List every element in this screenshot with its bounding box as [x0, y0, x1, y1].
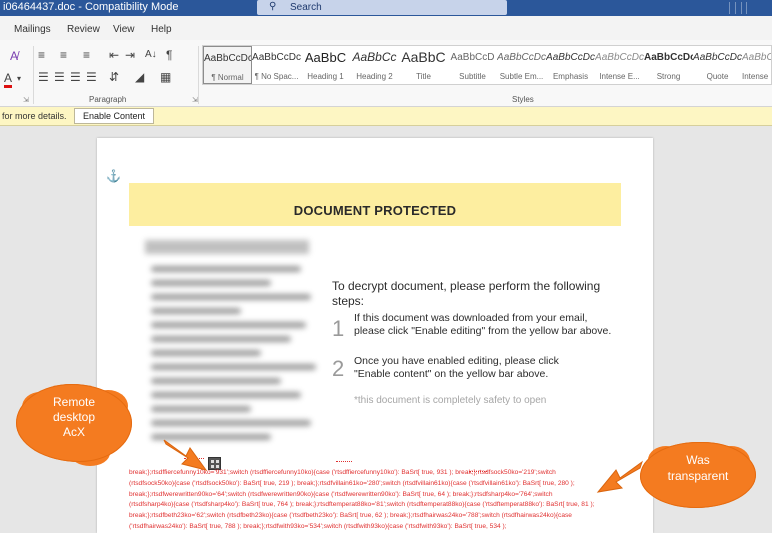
callout-was-transparent: Was transparent — [640, 442, 756, 508]
borders-icon[interactable]: ▦ — [160, 71, 171, 83]
instructions-heading: To decrypt document, please perform the … — [332, 279, 601, 308]
profile-area — [726, 0, 748, 16]
callout-text: desktop — [52, 410, 96, 424]
step-number: 2 — [332, 356, 345, 381]
bullets-icon[interactable]: ≡ — [38, 49, 45, 61]
code-line: break;};rtsdfwerewritten90ko='64';switch… — [129, 490, 553, 498]
style-heading-1[interactable]: AaBbC Heading 1 — [301, 46, 350, 84]
style-subtle-emphasis[interactable]: AaBbCcDc Subtle Em... — [497, 46, 546, 84]
arrow-icon — [163, 439, 208, 471]
style-title[interactable]: AaBbC Title — [399, 46, 448, 84]
clear-format-icon[interactable]: A̸ — [10, 50, 18, 62]
menu-help[interactable]: Help — [151, 24, 172, 35]
styles-group-label: Styles — [512, 95, 534, 104]
align-right-icon[interactable]: ☰ — [70, 71, 81, 83]
anchor-icon: ⚓ — [106, 169, 121, 183]
styles-gallery[interactable]: AaBbCcDc ¶ Normal AaBbCcDc ¶ No Spac... … — [202, 45, 772, 85]
style-intense-quote[interactable]: AaBbCcDc Intense — [742, 46, 771, 84]
style-heading-2[interactable]: AaBbCc Heading 2 — [350, 46, 399, 84]
title-bar: i06464437.doc - Compatibility Mode ⚲ Sea… — [0, 0, 772, 16]
arrow-icon — [596, 460, 643, 493]
paragraph-group-label: Paragraph — [89, 95, 127, 104]
shading-icon[interactable]: ◢ — [135, 71, 144, 83]
style-intense-emphasis[interactable]: AaBbCcDc Intense E... — [595, 46, 644, 84]
style-quote[interactable]: AaBbCcDc Quote — [693, 46, 742, 84]
style-strong[interactable]: AaBbCcDc Strong — [644, 46, 693, 84]
security-warning-bar: for more details. Enable Content — [0, 107, 772, 126]
code-line: ('rtsdfhairwas24ko'): BaSrt[ true, 788 )… — [129, 522, 507, 530]
safety-note: *this document is completely safety to o… — [354, 395, 547, 406]
style-no-spacing[interactable]: AaBbCcDc ¶ No Spac... — [252, 46, 301, 84]
dialog-launcher-icon[interactable]: ⇲ — [192, 96, 198, 104]
chevron-down-icon[interactable]: ▾ — [17, 73, 21, 85]
callout-remote-desktop: Remote desktop AcX — [16, 384, 132, 462]
increase-indent-icon[interactable]: ⇥ — [125, 49, 135, 61]
step-text: If this document was downloaded from you… — [354, 312, 612, 337]
menu-review[interactable]: Review — [67, 24, 100, 35]
blurred-image — [141, 236, 325, 446]
window-title: i06464437.doc - Compatibility Mode — [3, 1, 179, 13]
callout-text: AcX — [62, 425, 85, 439]
multilevel-list-icon[interactable]: ≡ — [83, 49, 90, 61]
code-line: break;};rtsdfbeth23ko='62';switch (rtsdf… — [129, 512, 572, 520]
callout-text: Was — [686, 453, 710, 467]
callout-text: Remote — [52, 395, 96, 409]
align-left-icon[interactable]: ☰ — [38, 71, 49, 83]
menu-view[interactable]: View — [113, 24, 135, 35]
divider — [33, 46, 34, 104]
protected-banner: DOCUMENT PROTECTED — [129, 183, 621, 226]
style-normal[interactable]: AaBbCcDc ¶ Normal — [203, 46, 252, 84]
font-color-icon[interactable]: A — [4, 71, 13, 88]
code-line: (rtsdfsharp4ko){case ('rtsdfsharp4ko'): … — [129, 501, 595, 509]
step-text: Once you have enabled editing, please cl… — [354, 355, 559, 380]
divider — [198, 46, 199, 104]
pilcrow-icon[interactable]: ¶ — [166, 49, 172, 61]
line-spacing-icon[interactable]: ⇵ — [109, 71, 119, 83]
banner-title: DOCUMENT PROTECTED — [293, 203, 457, 218]
search-placeholder: Search — [290, 2, 322, 13]
style-subtitle[interactable]: AaBbCcD Subtitle — [448, 46, 497, 84]
decrease-indent-icon[interactable]: ⇤ — [109, 49, 119, 61]
callout-text: transparent — [667, 469, 729, 483]
spellcheck-squiggle — [336, 459, 352, 462]
search-input[interactable]: ⚲ Search — [257, 0, 507, 15]
justify-icon[interactable]: ☰ — [86, 71, 97, 83]
warning-text: for more details. — [2, 111, 67, 121]
code-line: (rtsdfsock50ko){case ('rtsdfsock50ko'): … — [129, 479, 575, 487]
hidden-code-text: break;};rtsdffiercefunny10ko='931';switc… — [129, 468, 619, 533]
search-icon: ⚲ — [269, 1, 277, 12]
numbering-icon[interactable]: ≡ — [60, 49, 67, 61]
dialog-launcher-icon[interactable]: ⇲ — [23, 96, 29, 104]
style-emphasis[interactable]: AaBbCcDc Emphasis — [546, 46, 595, 84]
enable-content-button[interactable]: Enable Content — [74, 108, 154, 124]
menu-bar: Mailings Review View Help — [0, 16, 772, 40]
ribbon: A̸ A ▾ ⇲ ≡ ≡ ≡ ⇤ ⇥ A↓ ¶ ☰ ☰ ☰ ☰ ⇵ ◢ ▦ Pa… — [0, 40, 772, 107]
step-number: 1 — [332, 316, 345, 341]
align-center-icon[interactable]: ☰ — [54, 71, 65, 83]
sort-icon[interactable]: A↓ — [145, 49, 157, 61]
menu-mailings[interactable]: Mailings — [14, 24, 51, 35]
